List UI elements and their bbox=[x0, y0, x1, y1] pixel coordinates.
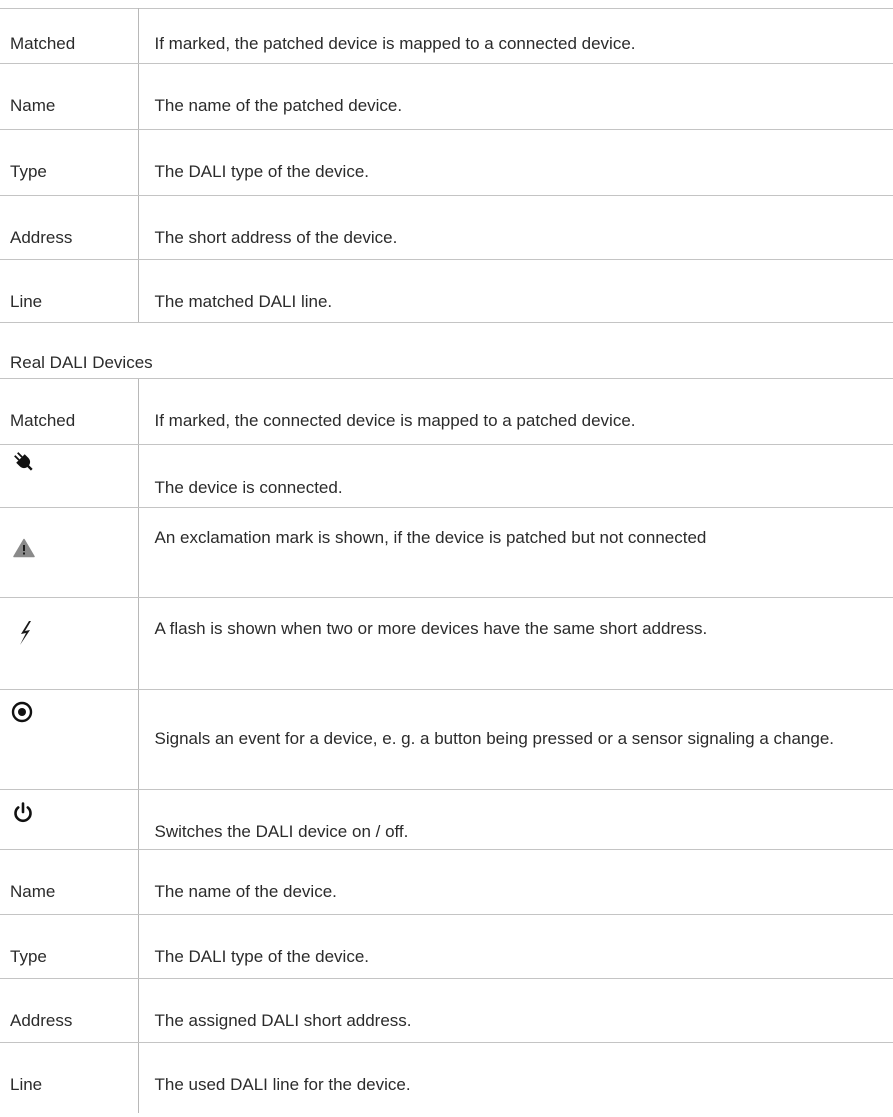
term-cell: Matched bbox=[0, 378, 139, 445]
table-row: Name The name of the device. bbox=[0, 849, 893, 915]
term-cell: Line bbox=[0, 259, 139, 323]
term-cell: Line bbox=[0, 1042, 139, 1113]
description-cell: The DALI type of the device. bbox=[138, 129, 893, 196]
table-row: Line The used DALI line for the device. bbox=[0, 1042, 893, 1113]
definition-table: Matched If marked, the patched device is… bbox=[0, 8, 893, 1113]
description-cell: The used DALI line for the device. bbox=[154, 1075, 411, 1094]
term-cell: Address bbox=[0, 978, 139, 1043]
description-cell: The matched DALI line. bbox=[138, 259, 893, 323]
plug-icon bbox=[12, 450, 138, 474]
warning-triangle-icon bbox=[13, 538, 138, 558]
table-row: Switches the DALI device on / off. bbox=[0, 789, 893, 850]
power-icon bbox=[13, 802, 138, 824]
flash-icon bbox=[18, 620, 138, 646]
description-cell: A flash is shown when two or more device… bbox=[138, 597, 893, 690]
table-row: Address The short address of the device. bbox=[0, 195, 893, 260]
description-cell: The name of the device. bbox=[138, 849, 893, 915]
description-cell: If marked, the patched device is mapped … bbox=[138, 8, 893, 64]
table-row: Signals an event for a device, e. g. a b… bbox=[0, 689, 893, 790]
icon-cell bbox=[0, 689, 139, 790]
icon-cell bbox=[0, 507, 139, 598]
table-row: The device is connected. bbox=[0, 444, 893, 508]
description-cell: An exclamation mark is shown, if the dev… bbox=[138, 507, 893, 598]
icon-cell bbox=[0, 597, 139, 690]
table-row: Matched If marked, the patched device is… bbox=[0, 8, 893, 64]
table-row: Address The assigned DALI short address. bbox=[0, 978, 893, 1043]
table-row: Type The DALI type of the device. bbox=[0, 129, 893, 196]
description-cell: The device is connected. bbox=[138, 444, 893, 508]
event-target-icon bbox=[11, 701, 138, 723]
description-cell: If marked, the connected device is mappe… bbox=[138, 378, 893, 445]
term-cell: Name bbox=[0, 63, 139, 130]
table-row: An exclamation mark is shown, if the dev… bbox=[0, 507, 893, 598]
description-cell: The DALI type of the device. bbox=[138, 914, 893, 979]
description-cell: Switches the DALI device on / off. bbox=[138, 789, 893, 850]
description-cell: The short address of the device. bbox=[138, 195, 893, 260]
icon-cell bbox=[0, 789, 139, 850]
term-cell: Type bbox=[0, 914, 139, 979]
table-row: Type The DALI type of the device. bbox=[0, 914, 893, 979]
section-title: Real DALI Devices bbox=[0, 322, 893, 379]
term-cell: Address bbox=[0, 195, 139, 260]
icon-cell bbox=[0, 444, 139, 508]
table-row: Matched If marked, the connected device … bbox=[0, 378, 893, 445]
term-cell: Name bbox=[0, 849, 139, 915]
description-cell: The assigned DALI short address. bbox=[138, 978, 893, 1043]
section-row: Real DALI Devices bbox=[0, 322, 893, 379]
description-cell: Signals an event for a device, e. g. a b… bbox=[138, 689, 893, 790]
table-row: A flash is shown when two or more device… bbox=[0, 597, 893, 690]
table-row: Line The matched DALI line. bbox=[0, 259, 893, 323]
term-cell: Type bbox=[0, 129, 139, 196]
table-row: Name The name of the patched device. bbox=[0, 63, 893, 130]
description-cell: The name of the patched device. bbox=[138, 63, 893, 130]
term-cell: Matched bbox=[0, 8, 139, 64]
